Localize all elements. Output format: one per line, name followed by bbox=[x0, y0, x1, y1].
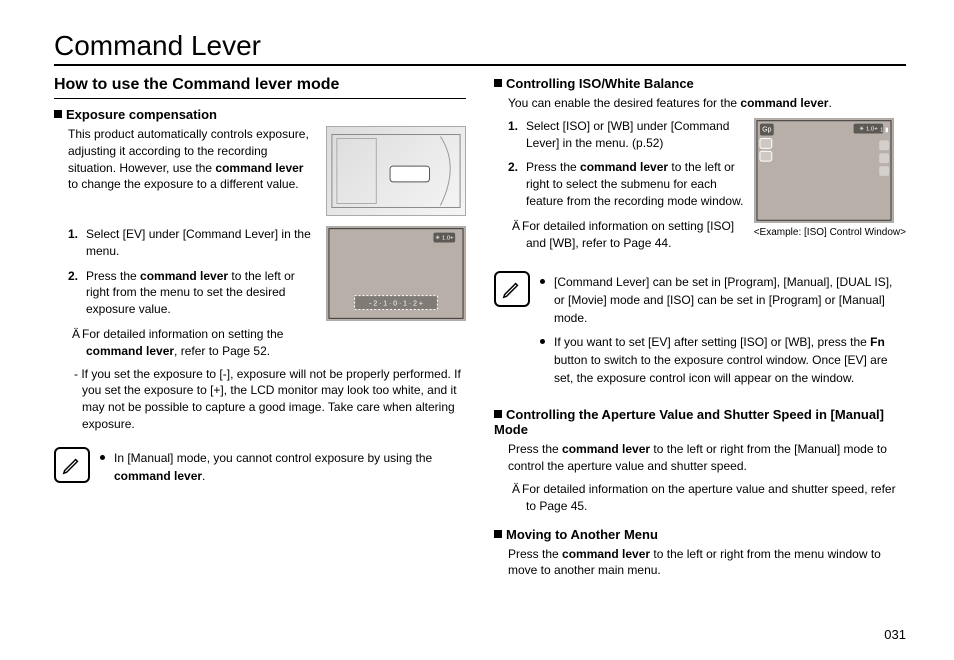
moving-body: Press the command lever to the left or r… bbox=[494, 546, 906, 580]
iso-lcd-caption: <Example: [ISO] Control Window> bbox=[754, 227, 906, 238]
moving-section: Moving to Another Menu Press the command… bbox=[494, 527, 906, 580]
exposure-warning: - If you set the exposure to [-], exposu… bbox=[54, 366, 466, 433]
camera-body-illustration bbox=[326, 126, 466, 216]
square-bullet-icon bbox=[54, 110, 62, 118]
iso-wb-row: 1.Select [ISO] or [WB] under [Command Le… bbox=[494, 118, 906, 258]
aperture-body: Press the command lever to the left or r… bbox=[494, 441, 906, 475]
exposure-tip-1: In [Manual] mode, you cannot control exp… bbox=[100, 449, 466, 485]
iso-wb-intro: You can enable the desired features for … bbox=[494, 95, 906, 112]
aperture-footnote: ÄFor detailed information on the apertur… bbox=[494, 481, 906, 515]
square-bullet-icon bbox=[494, 410, 502, 418]
exposure-footnote: ÄFor detailed information on setting the… bbox=[54, 326, 316, 360]
iso-lcd-screenshot: Gp ☀ 1.0+ 1 ▮ bbox=[754, 118, 894, 223]
svg-text:☀ 1.0+: ☀ 1.0+ bbox=[435, 234, 454, 241]
manual-page: Command Lever How to use the Command lev… bbox=[0, 0, 954, 611]
section-title: How to use the Command lever mode bbox=[54, 76, 466, 99]
iso-tip-box: [Command Lever] can be set in [Program],… bbox=[494, 271, 906, 393]
iso-wb-steps: 1.Select [ISO] or [WB] under [Command Le… bbox=[494, 118, 744, 210]
square-bullet-icon bbox=[494, 79, 502, 87]
exposure-steps-row: 1.Select [EV] under [Command Lever] in t… bbox=[54, 226, 466, 366]
ev-lcd-screenshot: - 2 · 1 · 0 · 1 · 2 + ☀ 1.0+ bbox=[326, 226, 466, 321]
exposure-step-1: 1.Select [EV] under [Command Lever] in t… bbox=[68, 226, 316, 260]
iso-tip-list: [Command Lever] can be set in [Program],… bbox=[540, 271, 906, 393]
exposure-tip-box: In [Manual] mode, you cannot control exp… bbox=[54, 447, 466, 491]
svg-text:☀ 1.0+: ☀ 1.0+ bbox=[859, 125, 878, 132]
pencil-note-icon bbox=[54, 447, 90, 483]
iso-step-1: 1.Select [ISO] or [WB] under [Command Le… bbox=[508, 118, 744, 152]
exposure-section: Exposure compensation This product autom… bbox=[54, 107, 466, 491]
exposure-steps: 1.Select [EV] under [Command Lever] in t… bbox=[54, 226, 316, 318]
left-column: How to use the Command lever mode Exposu… bbox=[54, 76, 466, 591]
iso-footnote: ÄFor detailed information on setting [IS… bbox=[494, 218, 744, 252]
svg-text:1 ▮: 1 ▮ bbox=[880, 127, 888, 133]
iso-wb-section: Controlling ISO/White Balance You can en… bbox=[494, 76, 906, 257]
moving-heading: Moving to Another Menu bbox=[494, 527, 906, 542]
exposure-step-2: 2.Press the command lever to the left or… bbox=[68, 268, 316, 318]
page-number: 031 bbox=[884, 627, 906, 642]
svg-text:- 2 · 1 · 0 · 1 · 2 +: - 2 · 1 · 0 · 1 · 2 + bbox=[369, 301, 423, 308]
iso-wb-heading: Controlling ISO/White Balance bbox=[494, 76, 906, 91]
iso-tip-1: [Command Lever] can be set in [Program],… bbox=[540, 273, 906, 327]
square-bullet-icon bbox=[494, 530, 502, 538]
iso-tip-2: If you want to set [EV] after setting [I… bbox=[540, 333, 906, 387]
exposure-intro-row: This product automatically controls expo… bbox=[54, 126, 466, 216]
iso-lcd-wrap: Gp ☀ 1.0+ 1 ▮ <Example: [I bbox=[754, 118, 906, 258]
svg-text:Gp: Gp bbox=[762, 126, 771, 133]
exposure-intro-text: This product automatically controls expo… bbox=[54, 126, 316, 216]
right-column: Controlling ISO/White Balance You can en… bbox=[494, 76, 906, 591]
aperture-section: Controlling the Aperture Value and Shutt… bbox=[494, 407, 906, 514]
pencil-note-icon bbox=[494, 271, 530, 307]
two-column-layout: How to use the Command lever mode Exposu… bbox=[54, 76, 906, 591]
iso-step-2: 2.Press the command lever to the left or… bbox=[508, 159, 744, 209]
page-title: Command Lever bbox=[54, 30, 906, 66]
exposure-tip-list: In [Manual] mode, you cannot control exp… bbox=[100, 447, 466, 491]
exposure-heading: Exposure compensation bbox=[54, 107, 466, 122]
aperture-heading: Controlling the Aperture Value and Shutt… bbox=[494, 407, 906, 437]
